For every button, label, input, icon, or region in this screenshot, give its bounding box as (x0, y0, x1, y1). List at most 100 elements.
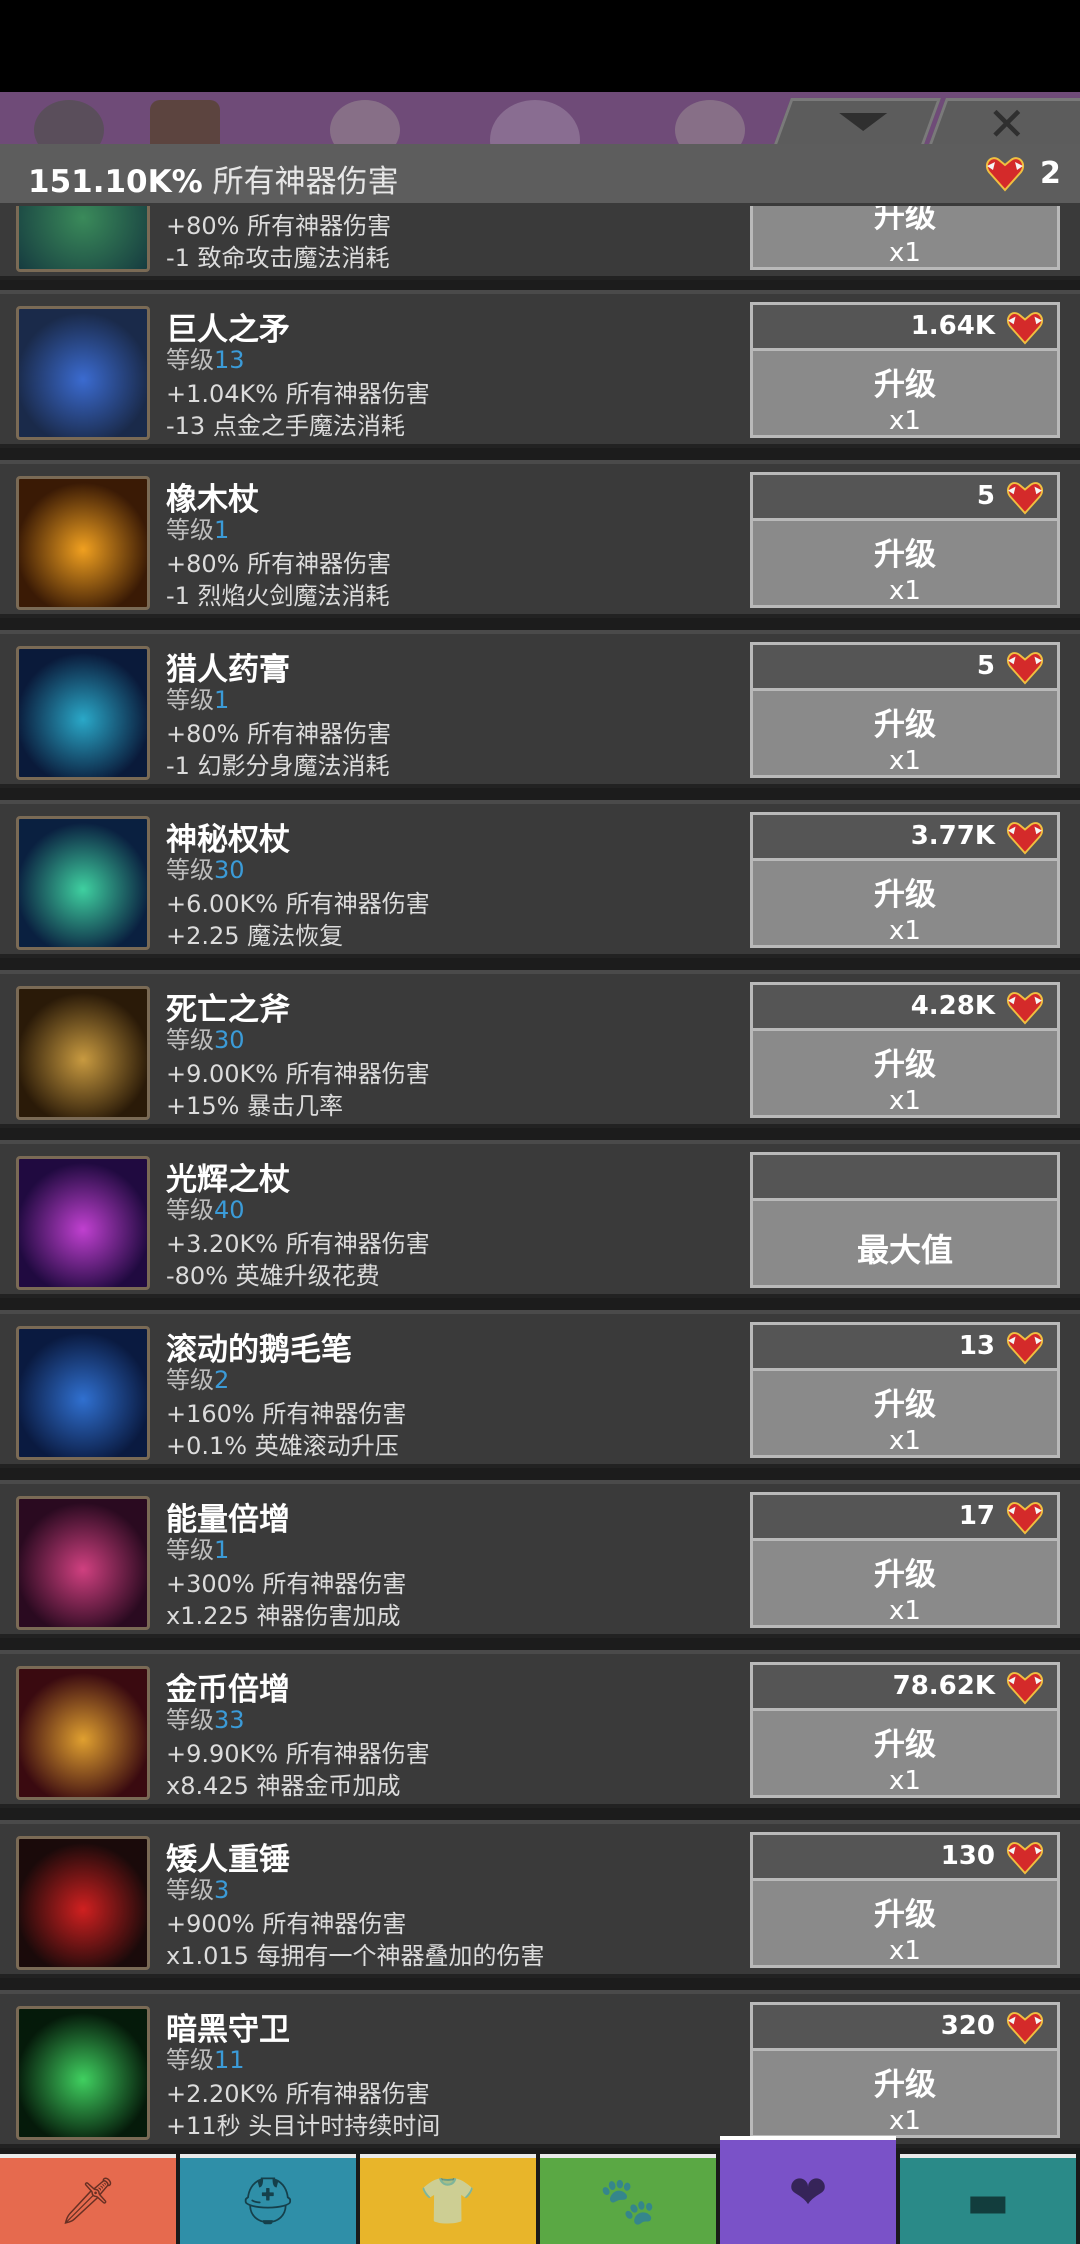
pet-icon: 🐾 (599, 2173, 657, 2228)
upgrade-cost: 1.64K (910, 311, 995, 341)
level-prefix: 等级 (166, 1026, 214, 1054)
artifact-icon (16, 1496, 150, 1630)
upgrade-multiplier: x1 (889, 1766, 921, 1796)
artifact-level: 等级13 (166, 340, 245, 375)
cost-box: 1.64K (750, 302, 1060, 348)
artifact-icon (16, 476, 150, 610)
nav-tab-chest[interactable]: ▬ (900, 2154, 1076, 2244)
upgrade-label: 升级 (874, 537, 936, 573)
artifact-row: 猎人药膏 等级1 +80% 所有神器伤害 -1 幻影分身魔法消耗 5 升级 x1 (0, 630, 1080, 788)
artifact-effect-2: -13 点金之手魔法消耗 (166, 412, 405, 440)
chest-icon: ▬ (966, 2174, 1010, 2228)
relic-heart-icon (1005, 481, 1045, 515)
artifact-level: 等级30 (166, 850, 245, 885)
relic-heart-icon (985, 157, 1025, 192)
artifact-effect-1: +160% 所有神器伤害 (166, 1400, 407, 1428)
sword-icon: 🗡 (58, 2173, 118, 2228)
upgrade-button[interactable]: 升级 x1 (750, 688, 1060, 778)
upgrade-button[interactable]: 升级 x1 (750, 2048, 1060, 2138)
artifact-icon (16, 1836, 150, 1970)
upgrade-multiplier: x1 (889, 576, 921, 606)
level-prefix: 等级 (166, 1536, 214, 1564)
upgrade-button[interactable]: 升级 x1 (750, 1368, 1060, 1458)
artifact-row: 暗黑守卫 等级11 +2.20K% 所有神器伤害 +11秒 头目计时持续时间 3… (0, 1990, 1080, 2148)
artifact-effect-1: +9.90K% 所有神器伤害 (166, 1740, 430, 1768)
upgrade-button[interactable]: 升级 x1 (750, 518, 1060, 608)
artifact-row: 死亡之斧 等级30 +9.00K% 所有神器伤害 +15% 暴击几率 4.28K… (0, 970, 1080, 1128)
tab-3-icon[interactable] (330, 100, 400, 144)
upgrade-button[interactable]: 升级 x1 (750, 1538, 1060, 1628)
upgrade-button[interactable]: 升级 x1 (750, 1878, 1060, 1968)
relic-heart-icon (1005, 1671, 1045, 1705)
upgrade-cost: 17 (958, 1501, 995, 1531)
level-prefix: 等级 (166, 2046, 214, 2074)
artifact-row: 橡木杖 等级1 +80% 所有神器伤害 -1 烈焰火剑魔法消耗 5 升级 x1 (0, 460, 1080, 618)
artifact-effect-1: +300% 所有神器伤害 (166, 1570, 407, 1598)
artifact-level: 等级1 (166, 510, 229, 545)
artifact-level: 等级33 (166, 1700, 245, 1735)
level-prefix: 等级 (166, 686, 214, 714)
nav-tab-helmet[interactable]: ⛑ (180, 2154, 356, 2244)
artifact-row: 能量倍增 等级1 +300% 所有神器伤害 x1.225 神器伤害加成 17 升… (0, 1480, 1080, 1638)
upgrade-button[interactable]: 升级 x1 (750, 1028, 1060, 1118)
upgrade-cost: 13 (958, 1331, 995, 1361)
gear-icon[interactable] (34, 100, 104, 144)
crossed-swords-icon[interactable] (150, 100, 220, 144)
total-damage-text: 151.10K% 所有神器伤害 (28, 156, 399, 201)
level-number: 30 (214, 856, 245, 884)
cost-box: 130 (750, 1832, 1060, 1878)
cost-box: 17 (750, 1492, 1060, 1538)
tab-4-icon[interactable] (490, 100, 580, 144)
cost-box: 4.28K (750, 982, 1060, 1028)
upgrade-multiplier: x1 (889, 406, 921, 436)
level-prefix: 等级 (166, 1706, 214, 1734)
artifact-effect-2: x1.015 每拥有一个神器叠加的伤害 (166, 1942, 545, 1970)
nav-tab-winged-heart[interactable]: ❤ (720, 2136, 896, 2244)
collapse-button[interactable] (769, 98, 941, 144)
upgrade-cost: 130 (940, 1841, 995, 1871)
upgrade-multiplier: x1 (889, 1426, 921, 1456)
nav-tab-sword[interactable]: 🗡 (0, 2154, 176, 2244)
artifact-effect-1: +80% 所有神器伤害 (166, 550, 392, 578)
level-prefix: 等级 (166, 516, 214, 544)
level-number: 13 (214, 346, 245, 374)
close-icon: ✕ (987, 97, 1027, 144)
artifact-effect-2: -1 烈焰火剑魔法消耗 (166, 582, 390, 610)
artifact-effect-2: x1.225 神器伤害加成 (166, 1602, 401, 1630)
upgrade-button[interactable]: 升级 x1 (750, 206, 1060, 270)
winged-heart-icon: ❤ (788, 2165, 828, 2219)
max-label: 最大值 (856, 1231, 953, 1269)
upgrade-label: 升级 (874, 206, 936, 235)
upgrade-cost: 3.77K (910, 821, 995, 851)
upgrade-cost: 4.28K (910, 991, 995, 1021)
shirt-icon: 👕 (419, 2173, 477, 2228)
artifact-row: 滚动的鹅毛笔 等级2 +160% 所有神器伤害 +0.1% 英雄滚动升压 13 … (0, 1310, 1080, 1468)
upgrade-label: 升级 (874, 707, 936, 743)
artifact-icon (16, 2006, 150, 2140)
tab-5-icon[interactable] (675, 100, 745, 144)
total-damage-desc: 所有神器伤害 (212, 164, 399, 200)
max-level-button[interactable]: 最大值 (750, 1198, 1060, 1288)
level-prefix: 等级 (166, 1876, 214, 1904)
upgrade-button[interactable]: 升级 x1 (750, 858, 1060, 948)
close-button[interactable]: ✕ (924, 97, 1080, 144)
upgrade-button[interactable]: 升级 x1 (750, 348, 1060, 438)
level-prefix: 等级 (166, 346, 214, 374)
total-damage-value: 151.10K% (28, 164, 203, 200)
upgrade-cost: 5 (976, 651, 995, 681)
upgrade-button[interactable]: 升级 x1 (750, 1708, 1060, 1798)
helmet-icon: ⛑ (238, 2173, 298, 2228)
bottom-nav: 🗡 ⛑ 👕 🐾 ❤ ▬ (0, 2136, 1080, 2244)
artifact-effect-2: +2.25 魔法恢复 (166, 922, 344, 950)
level-number: 1 (214, 1536, 230, 1564)
artifact-icon (16, 1666, 150, 1800)
upgrade-cost: 320 (940, 2011, 995, 2041)
upgrade-multiplier: x1 (889, 1936, 921, 1966)
cost-box (750, 1152, 1060, 1198)
nav-tab-pet[interactable]: 🐾 (540, 2154, 716, 2244)
artifact-effect-2: -1 致命攻击魔法消耗 (166, 244, 390, 272)
artifact-list[interactable]: +80% 所有神器伤害 -1 致命攻击魔法消耗 升级 x1 巨人之矛 等级13 … (0, 206, 1080, 2150)
upgrade-label: 升级 (874, 1047, 936, 1083)
nav-tab-shirt[interactable]: 👕 (360, 2154, 536, 2244)
artifact-effect-1: +2.20K% 所有神器伤害 (166, 2080, 430, 2108)
